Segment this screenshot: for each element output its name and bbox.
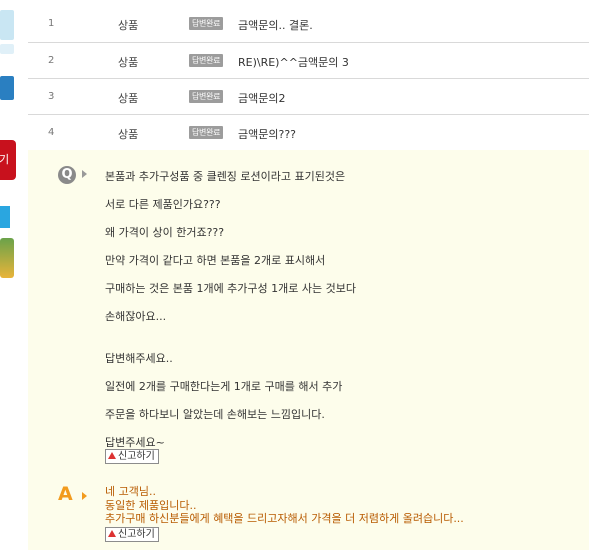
status-badge: 답변완료 [189, 90, 224, 103]
side-banner-button[interactable]: 기 [0, 140, 16, 180]
row-title-link[interactable]: 금액문의.. 결론. [238, 17, 313, 33]
question-line: 서로 다른 제품인가요??? [105, 198, 221, 211]
qna-detail-panel: Q 본품과 추가구성품 중 클렌징 로션이라고 표기된것은 서로 다른 제품인가… [28, 150, 589, 550]
answer-line: 네 고객님.. [105, 485, 156, 498]
row-title-link[interactable]: 금액문의??? [238, 126, 296, 142]
row-title-link[interactable]: 금액문의2 [238, 90, 285, 106]
question-line: 본품과 추가구성품 중 클렌징 로션이라고 표기된것은 [105, 170, 346, 183]
report-label: 신고하기 [118, 529, 155, 540]
answer-body: 네 고객님.. 동일한 제품입니다.. 추가구매 하신분들에게 혜택을 드리고자… [105, 485, 464, 526]
row-number: 4 [48, 127, 55, 138]
qna-list: 1 상품 답변완료 금액문의.. 결론. 2 상품 답변완료 RE)\RE)^^… [28, 6, 589, 151]
question-line: 손해잖아요... [105, 310, 167, 323]
q-letter-icon: Q [58, 166, 76, 184]
row-number: 2 [48, 55, 55, 66]
row-category: 상품 [118, 92, 139, 105]
qna-row[interactable]: 3 상품 답변완료 금액문의2 [28, 79, 589, 115]
question-line: 주문을 하다보니 알았는데 손해보는 느낌입니다. [105, 408, 325, 421]
answer-line: 추가구매 하신분들에게 혜택을 드리고자해서 가격을 더 저렴하게 올려습니다.… [105, 512, 464, 525]
answer-line: 동일한 제품입니다.. [105, 498, 197, 512]
qna-row[interactable]: 1 상품 답변완료 금액문의.. 결론. [28, 6, 589, 43]
status-badge: 답변완료 [189, 54, 224, 67]
side-banner: 기 [0, 0, 18, 550]
row-category: 상품 [118, 128, 139, 141]
arrow-right-icon [82, 492, 87, 500]
banner-strip [0, 10, 14, 40]
banner-strip [0, 76, 14, 100]
report-button[interactable]: 신고하기 [105, 527, 159, 542]
qna-row[interactable]: 4 상품 답변완료 금액문의??? [28, 115, 589, 151]
warning-triangle-icon [108, 530, 116, 537]
row-number: 3 [48, 91, 55, 102]
question-line: 일전에 2개를 구매한다는게 1개로 구매를 해서 추가 [105, 380, 343, 393]
row-number: 1 [48, 18, 55, 29]
qna-row[interactable]: 2 상품 답변완료 RE)\RE)^^금액문의 3 [28, 43, 589, 79]
report-label: 신고하기 [118, 451, 155, 462]
status-badge: 답변완료 [189, 17, 224, 30]
status-badge: 답변완료 [189, 126, 224, 139]
row-category: 상품 [118, 56, 139, 69]
product-thumbnail[interactable] [0, 238, 14, 278]
arrow-right-icon [82, 170, 87, 178]
report-button[interactable]: 신고하기 [105, 449, 159, 464]
question-line: 답변주세요~ [105, 436, 165, 449]
banner-decoration [0, 206, 10, 228]
question-line: 구매하는 것은 본품 1개에 추가구성 1개로 사는 것보다 [105, 282, 356, 295]
question-line: 만약 가격이 같다고 하면 본품을 2개로 표시해서 [105, 254, 326, 267]
warning-triangle-icon [108, 452, 116, 459]
question-line: 왜 가격이 상이 한거죠??? [105, 226, 225, 239]
row-title-link[interactable]: RE)\RE)^^금액문의 3 [238, 54, 349, 70]
question-line: 답변해주세요.. [105, 352, 173, 365]
row-category: 상품 [118, 19, 139, 32]
banner-strip [0, 44, 14, 54]
a-letter-icon: A [58, 483, 73, 505]
